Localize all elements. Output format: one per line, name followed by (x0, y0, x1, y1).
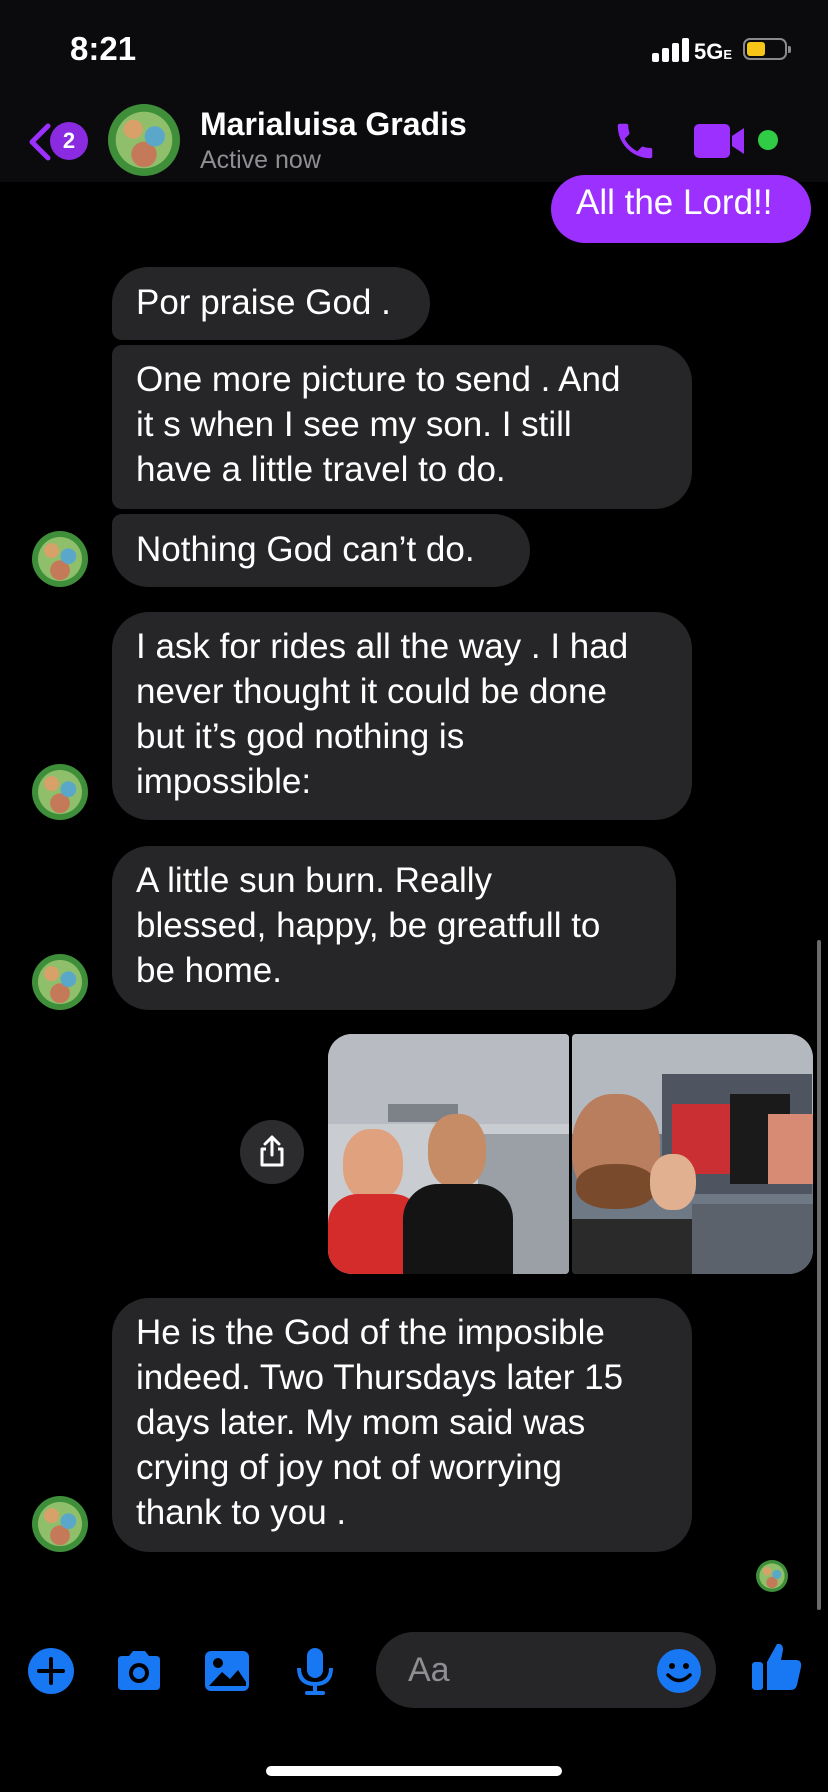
message-line: blessed, happy, be greatfull to (136, 906, 601, 945)
message-line: have a little travel to do. (136, 450, 506, 489)
thumbs-up-icon[interactable] (750, 1640, 804, 1694)
scrollbar[interactable] (817, 940, 821, 1610)
sent-message-text: All the Lord!! (576, 183, 773, 222)
contact-avatar[interactable] (108, 104, 180, 176)
network-type: 5GE (694, 39, 733, 64)
message-field[interactable] (376, 1632, 716, 1708)
message-line: thank to you . (136, 1493, 347, 1532)
message-line: indeed. Two Thursdays later 15 (136, 1358, 624, 1397)
message-line: Nothing God can’t do. (136, 530, 475, 569)
message-line: days later. My mom said was (136, 1403, 586, 1442)
share-button[interactable] (240, 1120, 304, 1184)
contact-avatar-small[interactable] (32, 531, 88, 587)
incoming-message-bubble[interactable]: A little sun burn. Really blessed, happy… (112, 846, 676, 1010)
incoming-message-bubble[interactable]: He is the God of the imposible indeed. T… (112, 1298, 692, 1552)
incoming-message-bubble[interactable]: One more picture to send . And it s when… (112, 345, 692, 509)
contact-name[interactable]: Marialuisa Gradis (200, 106, 467, 143)
microphone-icon[interactable] (290, 1646, 340, 1696)
status-bar: 8:21 5GE (0, 0, 828, 100)
camera-icon[interactable] (114, 1646, 164, 1696)
message-line: impossible: (136, 762, 312, 801)
contact-status: Active now (200, 146, 321, 174)
photo-attachment[interactable] (572, 1034, 813, 1274)
photo-attachment[interactable] (328, 1034, 569, 1274)
emoji-icon[interactable] (656, 1648, 702, 1694)
home-indicator (266, 1766, 562, 1776)
status-time: 8:21 (70, 30, 137, 67)
contact-avatar-small[interactable] (32, 764, 88, 820)
incoming-message-bubble[interactable]: Por praise God . (112, 267, 430, 340)
message-line: Por praise God . (136, 283, 391, 322)
phone-icon[interactable] (612, 118, 658, 164)
gallery-icon[interactable] (202, 1646, 252, 1696)
incoming-message-bubble[interactable]: I ask for rides all the way . I had neve… (112, 612, 692, 820)
contact-avatar-small[interactable] (32, 954, 88, 1010)
message-input[interactable] (406, 1646, 630, 1694)
cellular-signal-icon (652, 36, 692, 62)
chat-header: 2 Marialuisa Gradis Active now (0, 100, 828, 182)
battery-icon (743, 38, 791, 60)
contact-avatar-small[interactable] (32, 1496, 88, 1552)
video-camera-icon[interactable] (694, 122, 750, 160)
share-icon (260, 1135, 284, 1167)
message-line: He is the God of the imposible (136, 1313, 605, 1352)
message-line: crying of joy not of worrying (136, 1448, 563, 1487)
message-line: A little sun burn. Really (136, 861, 493, 900)
read-receipt-avatar (756, 1560, 788, 1592)
message-line: One more picture to send . And (136, 360, 621, 399)
incoming-message-bubble[interactable]: Nothing God can’t do. (112, 514, 530, 587)
plus-icon[interactable] (26, 1646, 76, 1696)
unread-count-badge[interactable]: 2 (50, 122, 88, 160)
message-line: but it’s god nothing is (136, 717, 465, 756)
active-status-dot (758, 130, 778, 150)
message-line: be home. (136, 951, 282, 990)
message-line: never thought it could be done (136, 672, 607, 711)
message-line: it s when I see my son. I still (136, 405, 572, 444)
message-line: I ask for rides all the way . I had (136, 627, 629, 666)
